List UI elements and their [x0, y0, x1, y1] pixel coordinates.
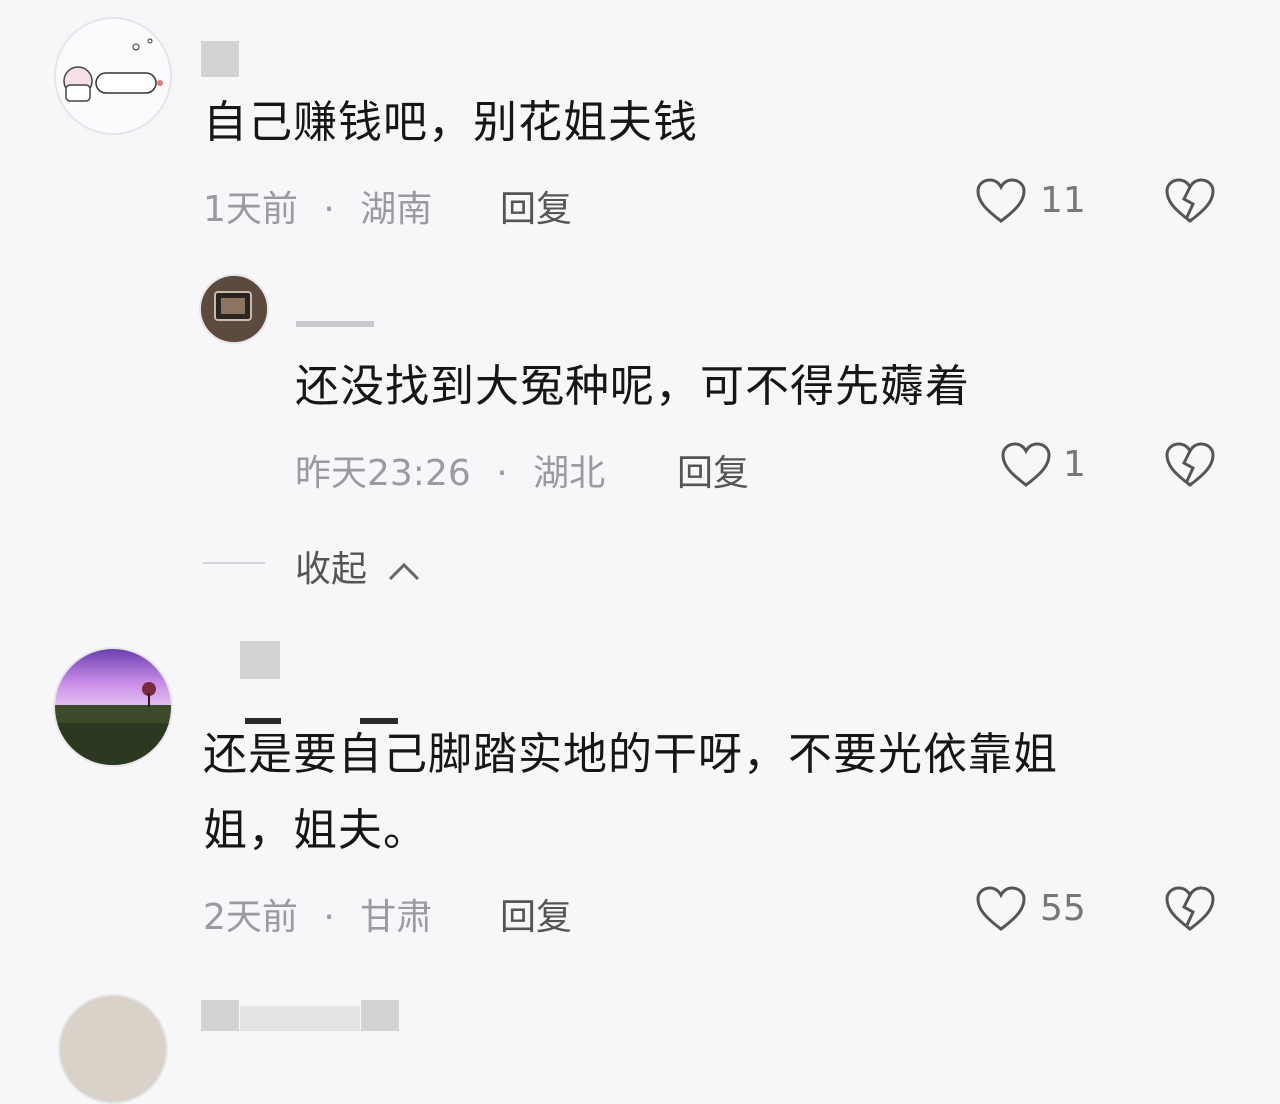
reply-like-count: 1 [1063, 444, 1086, 485]
reply-username[interactable] [296, 321, 374, 327]
chevron-up-icon [386, 559, 422, 583]
broken-heart-icon[interactable] [1164, 177, 1216, 225]
reply-avatar[interactable] [199, 274, 269, 344]
reply-meta: 昨天23:26 · 湖北 [295, 444, 605, 496]
heart-outline-icon[interactable] [975, 885, 1027, 933]
reply-text: 还没找到大冤种呢，可不得先薅着 [295, 361, 970, 412]
comment-meta: 1天前 · 湖南 [203, 180, 432, 232]
reply-time: 昨天23:26 [295, 453, 471, 494]
meta-separator: · [323, 189, 335, 230]
comment-region: 湖南 [360, 189, 433, 230]
comment-meta: 2天前 · 甘肃 [203, 888, 432, 940]
collapse-divider [203, 562, 265, 564]
username[interactable] [240, 641, 280, 679]
username [240, 1006, 360, 1031]
comment-time: 1天前 [203, 189, 298, 230]
comment-region: 甘肃 [360, 897, 433, 938]
meta-separator: · [323, 897, 335, 938]
meta-separator: · [496, 453, 508, 494]
collapse-label: 收起 [295, 549, 368, 590]
reply-button[interactable]: 回复 [500, 888, 572, 940]
reply-region: 湖北 [533, 453, 606, 494]
comment-text: 自己赚钱吧，别花姐夫钱 [203, 97, 698, 148]
reply-button[interactable]: 回复 [500, 180, 572, 232]
username [361, 1000, 399, 1031]
like-count: 55 [1040, 888, 1086, 929]
like-count: 11 [1040, 180, 1086, 221]
comment-text-line2: 姐，姐夫。 [203, 805, 428, 856]
heart-outline-icon[interactable] [975, 177, 1027, 225]
avatar[interactable] [53, 647, 173, 767]
collapse-button[interactable]: 收起 [295, 540, 422, 592]
username[interactable] [201, 41, 239, 77]
avatar[interactable] [58, 994, 168, 1104]
comment-text-line1: 还是要自己脚踏实地的干呀，不要光依靠姐 [203, 729, 1058, 780]
comment-time: 2天前 [203, 897, 298, 938]
avatar[interactable] [54, 17, 172, 135]
username[interactable] [201, 1000, 239, 1031]
reply-reply-button[interactable]: 回复 [677, 444, 749, 496]
broken-heart-icon[interactable] [1164, 885, 1216, 933]
heart-outline-icon[interactable] [1000, 441, 1052, 489]
broken-heart-icon[interactable] [1164, 441, 1216, 489]
